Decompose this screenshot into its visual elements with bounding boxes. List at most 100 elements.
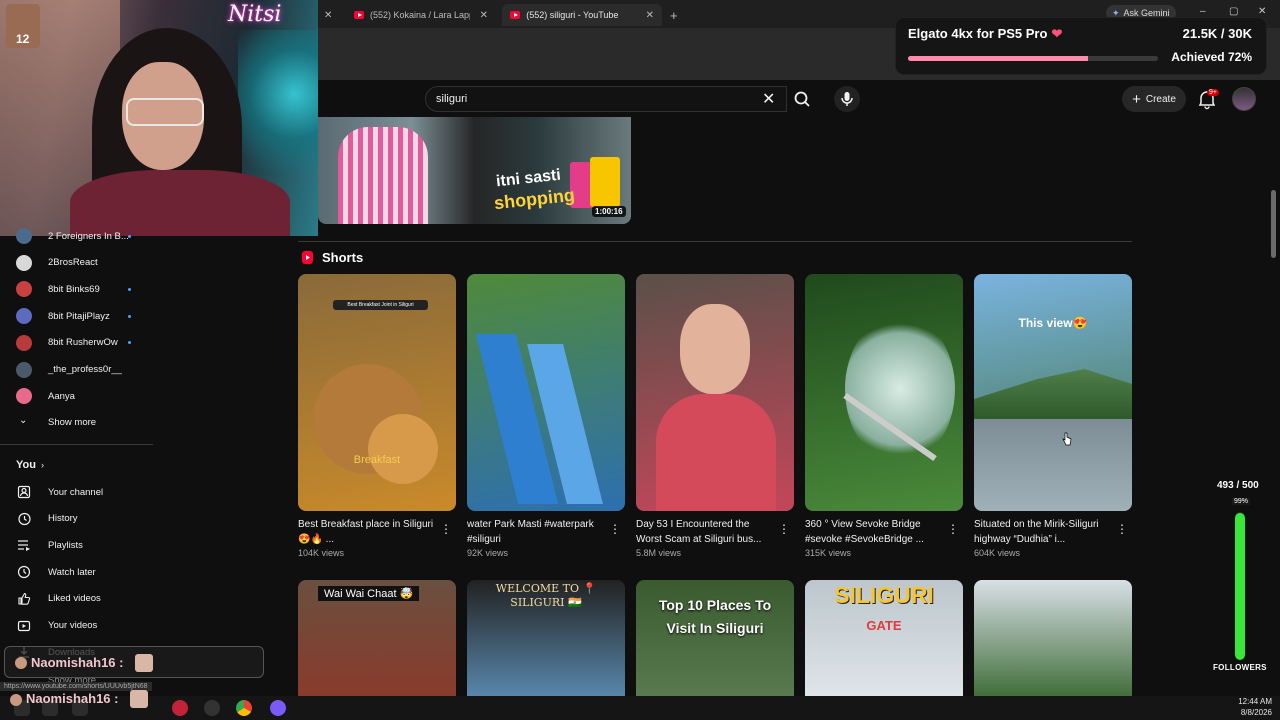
youtube-favicon-icon bbox=[510, 11, 521, 19]
short-thumbnail[interactable] bbox=[974, 580, 1132, 700]
notification-count-badge: 9+ bbox=[1207, 89, 1219, 96]
short-title[interactable]: Best Breakfast place in Siliguri😍🔥 ... bbox=[298, 517, 438, 547]
sidebar-item-label: Playlists bbox=[48, 539, 83, 551]
liked-icon bbox=[18, 592, 31, 605]
short-thumbnail[interactable]: Best Breakfast Joint in Siliguri Breakfas… bbox=[298, 274, 456, 511]
tab-close-icon[interactable]: ✕ bbox=[480, 10, 488, 21]
short-thumbnail[interactable]: Wai Wai Chaat 🤯 bbox=[298, 580, 456, 700]
followers-progress-bar bbox=[1235, 512, 1245, 660]
followers-percent: 99% bbox=[1232, 498, 1251, 505]
sidebar-item-history[interactable]: History bbox=[0, 506, 153, 532]
your-videos-icon bbox=[17, 620, 31, 631]
tab-siliguri[interactable]: (552) siliguri - YouTube ✕ bbox=[502, 4, 662, 26]
short-thumbnail[interactable]: Top 10 Places To Visit In Siliguri bbox=[636, 580, 794, 700]
tab-kokaina[interactable]: (552) Kokaina / Lara Lappa Lara ✕ bbox=[346, 4, 496, 26]
more-options-icon[interactable]: ⋮ bbox=[778, 522, 790, 536]
new-tab-button[interactable]: + bbox=[662, 4, 686, 26]
clear-search-icon[interactable]: ✕ bbox=[762, 89, 775, 109]
shorts-icon bbox=[302, 251, 313, 264]
sidebar-item-liked-videos[interactable]: Liked videos bbox=[0, 586, 153, 612]
sidebar-subscription-item[interactable]: _the_profess0r__ bbox=[0, 357, 153, 383]
shorts-title: Shorts bbox=[322, 250, 364, 265]
app-icon[interactable] bbox=[172, 700, 188, 716]
system-clock: 12:44 AM 8/8/2026 bbox=[1238, 696, 1272, 718]
chat-avatar bbox=[10, 693, 22, 706]
sidebar-subscription-item[interactable]: 8bit RusherwOw bbox=[0, 330, 153, 356]
short-thumbnail[interactable]: This view😍 bbox=[974, 274, 1132, 511]
channel-avatar bbox=[16, 361, 32, 378]
sidebar-subscription-item[interactable]: 8bit PitajiPlayz bbox=[0, 303, 153, 329]
goal-achieved: Achieved 72% bbox=[1171, 50, 1252, 64]
short-thumbnail[interactable]: WELCOME TO 📍SILIGURI 🇮🇳 bbox=[467, 580, 625, 700]
thumbnail-text: Wai Wai Chaat 🤯 bbox=[318, 586, 420, 601]
short-thumbnail[interactable] bbox=[636, 274, 794, 511]
thumbnail-bag bbox=[590, 157, 620, 207]
short-views: 315K views bbox=[805, 548, 852, 558]
chat-avatar bbox=[15, 657, 27, 669]
page-scrollbar[interactable] bbox=[1271, 190, 1276, 258]
short-views: 5.8M views bbox=[636, 548, 682, 558]
short-title[interactable]: water Park Masti #waterpark #siliguri bbox=[467, 517, 607, 547]
account-avatar[interactable] bbox=[1232, 87, 1256, 111]
more-options-icon[interactable]: ⋮ bbox=[440, 522, 452, 536]
sidebar-item-label: Your videos bbox=[48, 620, 98, 631]
sidebar-subscription-item[interactable]: Aanya bbox=[0, 383, 153, 409]
short-thumbnail[interactable] bbox=[467, 274, 625, 511]
sidebar-item-playlists[interactable]: Playlists bbox=[0, 532, 153, 558]
sidebar-item-watch-later[interactable]: Watch later bbox=[0, 559, 153, 585]
search-input[interactable]: siliguri bbox=[425, 86, 787, 112]
sidebar-subscription-item[interactable]: 8bit Binks69 bbox=[0, 276, 153, 302]
plus-icon: + bbox=[1132, 90, 1141, 108]
taskbar bbox=[0, 696, 1280, 720]
chrome-icon[interactable] bbox=[236, 700, 252, 716]
short-thumbnail[interactable]: SILIGURI GATE bbox=[805, 580, 963, 700]
channel-name: 2 Foreigners In B... bbox=[48, 230, 129, 242]
sidebar-item-your-videos[interactable]: Your videos bbox=[0, 613, 153, 639]
followers-progress-fill bbox=[1235, 513, 1245, 660]
search-button[interactable] bbox=[787, 86, 817, 112]
more-options-icon[interactable]: ⋮ bbox=[609, 522, 621, 536]
channel-icon bbox=[17, 485, 31, 499]
chat-separator: : bbox=[114, 691, 119, 706]
discord-icon[interactable] bbox=[270, 700, 286, 716]
minimize-button[interactable]: – bbox=[1200, 6, 1206, 17]
channel-name: 2BrosReact bbox=[48, 257, 98, 269]
goal-count: 21.5K / 30K bbox=[1182, 26, 1252, 41]
plus-icon: + bbox=[670, 7, 678, 23]
create-button[interactable]: + Create bbox=[1122, 86, 1186, 112]
tab-close-icon[interactable]: ✕ bbox=[646, 10, 654, 21]
close-window-button[interactable]: ✕ bbox=[1258, 6, 1266, 17]
goal-progress-fill bbox=[908, 56, 1088, 61]
maximize-button[interactable]: ▢ bbox=[1229, 6, 1238, 17]
thumbnail-text: Best Breakfast Joint in Siliguri bbox=[333, 300, 428, 310]
new-content-dot bbox=[128, 314, 131, 318]
streamer-glasses bbox=[126, 98, 204, 126]
video-thumbnail[interactable]: itni sasti shopping bbox=[318, 117, 631, 224]
sidebar-item-label: History bbox=[48, 513, 78, 525]
short-title[interactable]: 360 ° View Sevoke Bridge #sevoke #Sevoke… bbox=[805, 517, 945, 547]
channel-avatar bbox=[16, 388, 32, 405]
obs-icon[interactable] bbox=[204, 700, 220, 716]
tab-close-previous[interactable]: ✕ bbox=[320, 4, 332, 26]
short-title[interactable]: Situated on the Mirik-Siliguri highway “… bbox=[974, 517, 1114, 547]
show-more-button[interactable]: ⌄ Show more bbox=[0, 409, 153, 435]
more-options-icon[interactable]: ⋮ bbox=[1116, 522, 1128, 536]
sidebar-item-your-channel[interactable]: Your channel bbox=[0, 479, 153, 505]
close-icon: ✕ bbox=[324, 9, 333, 21]
you-section-header[interactable]: You › bbox=[0, 452, 153, 478]
tab-title: (552) siliguri - YouTube bbox=[526, 10, 619, 20]
river bbox=[845, 314, 955, 464]
sidebar-subscription-item[interactable]: 2 Foreigners In B... bbox=[0, 223, 153, 249]
badge-number: 12 bbox=[16, 32, 30, 46]
sidebar-subscription-item[interactable]: 2BrosReact bbox=[0, 250, 153, 276]
you-label: You bbox=[16, 459, 36, 471]
voice-search-button[interactable] bbox=[834, 86, 860, 112]
short-title[interactable]: Day 53 I Encountered the Worst Scam at S… bbox=[636, 517, 776, 547]
heart-icon: ❤ bbox=[1051, 26, 1063, 41]
streamer-logo: Nitsi bbox=[228, 2, 282, 27]
short-thumbnail[interactable] bbox=[805, 274, 963, 511]
more-options-icon[interactable]: ⋮ bbox=[947, 522, 959, 536]
channel-name: 8bit Binks69 bbox=[48, 283, 100, 295]
new-content-dot bbox=[128, 287, 131, 291]
channel-name: Aanya bbox=[48, 390, 75, 402]
